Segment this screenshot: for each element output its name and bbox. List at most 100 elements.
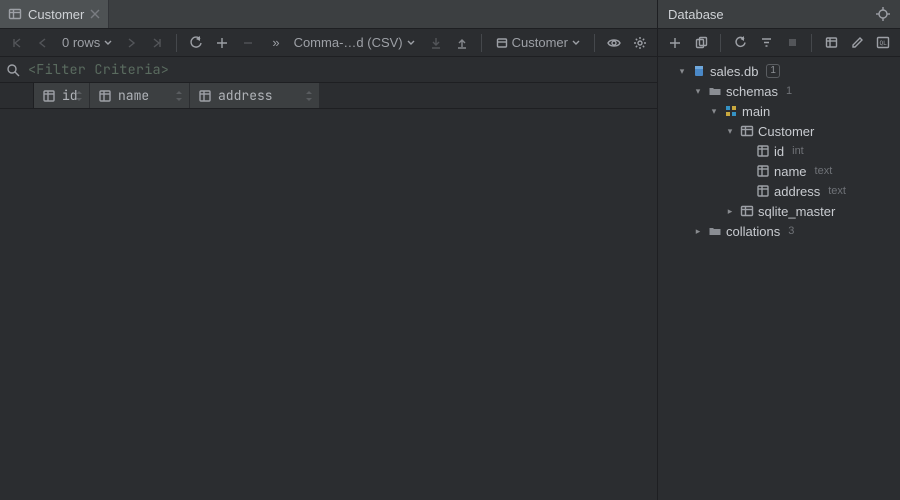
separator bbox=[720, 34, 721, 52]
tree-label: address bbox=[774, 184, 820, 199]
table-icon bbox=[740, 124, 754, 138]
editor-toolbar: 0 rows » Comma-…d (CSV) bbox=[0, 29, 657, 57]
tree-node-table[interactable]: ▾ Customer bbox=[658, 121, 900, 141]
tree-label: Customer bbox=[758, 124, 814, 139]
locate-icon[interactable] bbox=[876, 7, 890, 21]
new-button[interactable] bbox=[664, 32, 686, 54]
separator bbox=[481, 34, 482, 52]
grid-header: id name address bbox=[0, 83, 657, 109]
chevron-right-icon: ▸ bbox=[724, 206, 736, 217]
tree-node-sqlite-master[interactable]: ▸ sqlite_master bbox=[658, 201, 900, 221]
column-icon bbox=[756, 144, 770, 158]
last-page-button[interactable] bbox=[146, 32, 168, 54]
chevron-down-icon bbox=[104, 39, 112, 47]
filter-placeholder: <Filter Criteria> bbox=[28, 61, 169, 79]
refresh-button[interactable] bbox=[729, 32, 751, 54]
tree-label: schemas bbox=[726, 84, 778, 99]
database-panel-title: Database bbox=[668, 7, 724, 22]
sort-icon bbox=[75, 91, 83, 101]
column-icon bbox=[42, 89, 56, 103]
next-page-button[interactable] bbox=[120, 32, 142, 54]
console-button[interactable]: QL bbox=[872, 32, 894, 54]
datasource-label: Customer bbox=[512, 35, 568, 50]
tree-label: sqlite_master bbox=[758, 204, 835, 219]
separator bbox=[594, 34, 595, 52]
editor-tabbar: Customer bbox=[0, 0, 657, 29]
datasource-dropdown[interactable]: Customer bbox=[490, 35, 586, 50]
expand-toolbar-button[interactable]: » bbox=[268, 35, 283, 50]
chevron-down-icon bbox=[407, 39, 415, 47]
delete-row-button[interactable] bbox=[237, 32, 259, 54]
database-icon bbox=[692, 64, 706, 78]
search-icon bbox=[6, 63, 20, 77]
database-toolbar: QL bbox=[658, 29, 900, 57]
column-header-name[interactable]: name bbox=[90, 83, 190, 108]
folder-icon bbox=[708, 84, 722, 98]
chevron-down-icon: ▾ bbox=[692, 86, 704, 97]
database-panel: Database QL ▾ sales.db 1 ▾ schemas 1 ▾ bbox=[657, 0, 900, 500]
chevron-right-icon: ▸ bbox=[692, 226, 704, 237]
row-count-label: 0 rows bbox=[62, 35, 100, 50]
export-format-label: Comma-…d (CSV) bbox=[294, 35, 403, 50]
stop-button[interactable] bbox=[781, 32, 803, 54]
tree-label: collations bbox=[726, 224, 780, 239]
separator bbox=[811, 34, 812, 52]
settings-button[interactable] bbox=[629, 32, 651, 54]
column-icon bbox=[198, 89, 212, 103]
tree-node-collations[interactable]: ▸ collations 3 bbox=[658, 221, 900, 241]
export-format-dropdown[interactable]: Comma-…d (CSV) bbox=[288, 35, 421, 50]
tree-label: name bbox=[774, 164, 807, 179]
tree-count: 1 bbox=[786, 85, 792, 97]
chevron-down-icon: ▾ bbox=[724, 126, 736, 137]
column-label: address bbox=[218, 87, 273, 104]
folder-icon bbox=[708, 224, 722, 238]
tree-node-column[interactable]: name text bbox=[658, 161, 900, 181]
column-header-address[interactable]: address bbox=[190, 83, 320, 108]
database-tree[interactable]: ▾ sales.db 1 ▾ schemas 1 ▾ main ▾ Custom… bbox=[658, 57, 900, 500]
chevron-down-icon bbox=[572, 39, 580, 47]
grid-body[interactable] bbox=[0, 109, 657, 500]
tree-badge: 1 bbox=[766, 64, 780, 78]
edit-button[interactable] bbox=[846, 32, 868, 54]
table-view-button[interactable] bbox=[820, 32, 842, 54]
duplicate-button[interactable] bbox=[690, 32, 712, 54]
row-number-column bbox=[0, 83, 34, 108]
close-icon[interactable] bbox=[90, 9, 100, 19]
export-upload-button[interactable] bbox=[451, 32, 473, 54]
column-icon bbox=[756, 184, 770, 198]
tree-column-type: text bbox=[828, 185, 846, 197]
column-label: name bbox=[118, 87, 149, 104]
sort-icon bbox=[305, 91, 313, 101]
editor-tab-label: Customer bbox=[28, 7, 84, 22]
tree-node-column[interactable]: id int bbox=[658, 141, 900, 161]
first-page-button[interactable] bbox=[6, 32, 28, 54]
tree-column-type: int bbox=[792, 145, 804, 157]
svg-text:QL: QL bbox=[880, 40, 888, 47]
chevron-down-icon: ▾ bbox=[676, 66, 688, 77]
column-header-id[interactable]: id bbox=[34, 83, 90, 108]
tree-count: 3 bbox=[788, 225, 794, 237]
view-button[interactable] bbox=[603, 32, 625, 54]
row-count-dropdown[interactable]: 0 rows bbox=[58, 35, 116, 50]
tree-node-column[interactable]: address text bbox=[658, 181, 900, 201]
filter-row[interactable]: <Filter Criteria> bbox=[0, 57, 657, 83]
add-row-button[interactable] bbox=[211, 32, 233, 54]
tree-label: id bbox=[774, 144, 784, 159]
reload-button[interactable] bbox=[185, 32, 207, 54]
database-panel-header: Database bbox=[658, 0, 900, 29]
editor-panel: Customer 0 rows bbox=[0, 0, 657, 500]
tree-label: main bbox=[742, 104, 770, 119]
export-download-button[interactable] bbox=[425, 32, 447, 54]
table-icon bbox=[496, 37, 508, 49]
column-icon bbox=[756, 164, 770, 178]
editor-tab-customer[interactable]: Customer bbox=[0, 0, 109, 28]
filters-button[interactable] bbox=[755, 32, 777, 54]
separator bbox=[176, 34, 177, 52]
tree-node-schema[interactable]: ▾ main bbox=[658, 101, 900, 121]
column-icon bbox=[98, 89, 112, 103]
prev-page-button[interactable] bbox=[32, 32, 54, 54]
tree-label: sales.db bbox=[710, 64, 758, 79]
tree-node-schemas[interactable]: ▾ schemas 1 bbox=[658, 81, 900, 101]
tree-column-type: text bbox=[815, 165, 833, 177]
tree-node-db[interactable]: ▾ sales.db 1 bbox=[658, 61, 900, 81]
